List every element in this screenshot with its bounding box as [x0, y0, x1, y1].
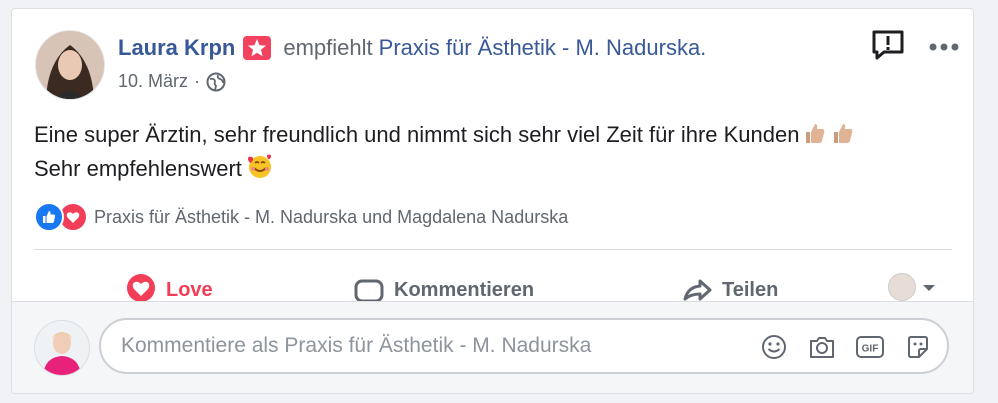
more-options-icon[interactable]: [929, 39, 959, 57]
smiling-face-with-hearts-emoji: [246, 153, 274, 187]
thumbs-up-emoji: [831, 121, 855, 153]
reactions-names[interactable]: Praxis für Ästhetik - M. Nadurska und Ma…: [94, 207, 568, 228]
gif-icon[interactable]: GIF: [855, 332, 885, 362]
sticker-icon[interactable]: [903, 332, 933, 362]
comment-button[interactable]: Kommentieren: [354, 273, 534, 301]
commenter-avatar[interactable]: [34, 320, 90, 376]
comment-input[interactable]: [119, 333, 723, 359]
author-name-link[interactable]: Laura Krpn: [118, 35, 235, 61]
post-date[interactable]: 10. März: [118, 71, 188, 92]
recommends-text: empfiehlt: [283, 35, 373, 60]
post-body-line-1: Eine super Ärztin, sehr freundlich und n…: [34, 122, 800, 147]
post-body: Eine super Ärztin, sehr freundlich und n…: [34, 119, 954, 187]
svg-text:GIF: GIF: [862, 344, 879, 355]
acting-as-avatar: [888, 273, 916, 301]
post-meta: 10. März ·: [118, 71, 226, 92]
author-avatar[interactable]: [35, 30, 105, 100]
reactions-summary[interactable]: Praxis für Ästhetik - M. Nadurska und Ma…: [34, 202, 568, 232]
actions-divider: [34, 249, 952, 250]
emoji-icon[interactable]: [759, 332, 789, 362]
globe-icon[interactable]: [206, 72, 226, 92]
comment-composer: GIF: [12, 301, 973, 393]
post-header-line: Laura Krpn empfiehlt Praxis für Ästhetik…: [118, 35, 706, 61]
like-reaction-icon: [34, 202, 64, 232]
share-button[interactable]: Teilen: [682, 273, 778, 301]
review-post-card: Laura Krpn empfiehlt Praxis für Ästhetik…: [11, 8, 974, 394]
share-button-label: Teilen: [722, 278, 779, 301]
love-button-label: Love: [166, 278, 213, 301]
post-action-bar: Love Kommentieren Teilen: [34, 267, 952, 301]
love-heart-icon: [126, 273, 156, 301]
meta-separator: ·: [194, 71, 201, 91]
comment-input-box[interactable]: GIF: [99, 318, 949, 374]
report-feedback-icon[interactable]: [871, 29, 905, 66]
reaction-icons: [34, 202, 88, 232]
chevron-down-icon: [922, 276, 936, 299]
recommended-page-link[interactable]: Praxis für Ästhetik - M. Nadurska.: [379, 35, 707, 61]
share-arrow-icon: [682, 273, 712, 301]
recommendation-star-icon: [243, 36, 272, 60]
comment-tools: GIF: [759, 332, 933, 362]
comment-bubble-icon: [354, 273, 384, 301]
camera-icon[interactable]: [807, 332, 837, 362]
acting-as-selector[interactable]: [888, 273, 936, 301]
thumbs-up-emoji: [803, 121, 827, 153]
comment-button-label: Kommentieren: [394, 278, 535, 301]
post-body-line-2: Sehr empfehlenswert: [34, 156, 242, 181]
post-top-actions: [871, 29, 959, 66]
love-button[interactable]: Love: [126, 273, 213, 301]
